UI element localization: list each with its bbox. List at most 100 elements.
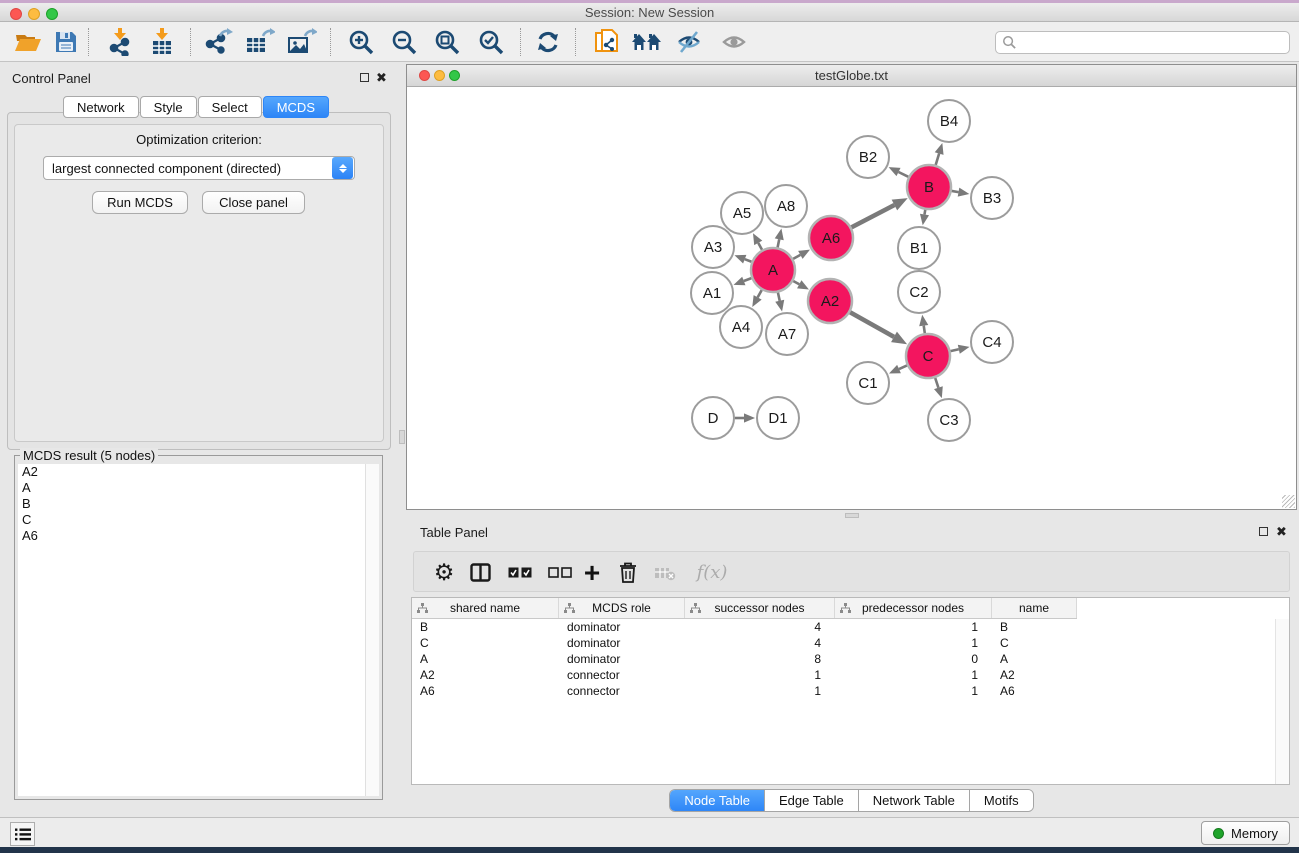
float-table-panel-icon[interactable] <box>1259 527 1268 539</box>
column-header-predecessor-nodes[interactable]: predecessor nodes <box>835 598 992 618</box>
run-mcds-button[interactable]: Run MCDS <box>92 191 188 214</box>
cell-successor-nodes[interactable]: 4 <box>685 619 835 635</box>
search-input[interactable] <box>1017 35 1283 51</box>
save-icon[interactable] <box>48 25 84 59</box>
cell-shared-name[interactable]: A6 <box>412 683 559 699</box>
mcds-result-item[interactable]: A2 <box>18 464 367 480</box>
edge-A-A4[interactable] <box>758 290 762 297</box>
window-titlebar[interactable]: Session: New Session <box>0 3 1299 22</box>
tab-node-table[interactable]: Node Table <box>670 790 764 811</box>
tab-style[interactable]: Style <box>140 96 197 118</box>
cell-shared-name[interactable]: A <box>412 651 559 667</box>
edge-C-C1[interactable] <box>899 365 907 369</box>
edge-C-C4[interactable] <box>950 349 958 351</box>
import-table-icon[interactable] <box>144 25 180 59</box>
edge-B-B4[interactable] <box>936 154 939 165</box>
cell-shared-name[interactable]: A2 <box>412 667 559 683</box>
select-all-checked-icon[interactable] <box>504 552 536 593</box>
mcds-result-list[interactable]: A2ABCA6 <box>18 464 367 796</box>
table-row[interactable]: Cdominator41C <box>412 635 1077 651</box>
edge-B-B1[interactable] <box>925 210 926 215</box>
horizontal-splitter-grip[interactable] <box>845 513 859 518</box>
delete-trash-icon[interactable] <box>613 552 643 593</box>
optimization-criterion-select[interactable]: largest connected component (directed) <box>43 156 355 180</box>
edge-B-B2[interactable] <box>899 172 909 177</box>
add-column-icon[interactable]: + <box>577 552 607 593</box>
mcds-result-scrollbar[interactable] <box>365 464 379 796</box>
duplicate-document-icon[interactable] <box>589 25 625 59</box>
mcds-result-item[interactable]: A <box>18 480 367 496</box>
cell-shared-name[interactable]: B <box>412 619 559 635</box>
tab-network-table[interactable]: Network Table <box>858 790 969 811</box>
cell-successor-nodes[interactable]: 4 <box>685 635 835 651</box>
vertical-splitter-grip[interactable] <box>399 430 405 444</box>
export-table-icon[interactable] <box>242 25 278 59</box>
zoom-out-icon[interactable] <box>386 25 422 59</box>
cell-name[interactable]: A2 <box>992 667 1077 683</box>
edge-A2-C[interactable] <box>850 312 894 337</box>
zoom-selected-icon[interactable] <box>473 25 509 59</box>
open-folder-icon[interactable] <box>10 25 46 59</box>
column-header-name[interactable]: name <box>992 598 1077 618</box>
mcds-result-item[interactable]: A6 <box>18 528 367 544</box>
tab-motifs[interactable]: Motifs <box>969 790 1033 811</box>
edge-A-A3[interactable] <box>745 259 752 262</box>
zoom-in-icon[interactable] <box>343 25 379 59</box>
column-header-shared-name[interactable]: shared name <box>412 598 559 618</box>
table-scrollbar[interactable] <box>1275 619 1289 784</box>
network-graph[interactable]: AA1A2A3A4A5A6A7A8BB1B2B3B4CC1C2C3C4DD1 <box>408 88 1296 509</box>
eye-slash-icon[interactable] <box>672 25 708 59</box>
cell-MCDS-role[interactable]: dominator <box>559 635 685 651</box>
edge-A-A5[interactable] <box>758 243 762 250</box>
cell-predecessor-nodes[interactable]: 1 <box>835 619 992 635</box>
cell-name[interactable]: B <box>992 619 1077 635</box>
cell-predecessor-nodes[interactable]: 1 <box>835 667 992 683</box>
export-image-icon[interactable] <box>284 25 320 59</box>
cell-successor-nodes[interactable]: 1 <box>685 667 835 683</box>
cell-MCDS-role[interactable]: connector <box>559 667 685 683</box>
edge-A-A2[interactable] <box>793 281 799 284</box>
edge-A-A1[interactable] <box>744 278 752 281</box>
memory-button[interactable]: Memory <box>1201 821 1290 845</box>
cell-name[interactable]: C <box>992 635 1077 651</box>
cell-predecessor-nodes[interactable]: 1 <box>835 635 992 651</box>
edge-A-A7[interactable] <box>778 292 780 300</box>
export-network-icon[interactable] <box>200 25 236 59</box>
cell-predecessor-nodes[interactable]: 1 <box>835 683 992 699</box>
tab-select[interactable]: Select <box>198 96 262 118</box>
table-row[interactable]: Adominator80A <box>412 651 1077 667</box>
cell-successor-nodes[interactable]: 1 <box>685 683 835 699</box>
edge-B-B3[interactable] <box>952 191 959 192</box>
edge-A6-B[interactable] <box>851 205 894 227</box>
mcds-result-item[interactable]: C <box>18 512 367 528</box>
settings-gear-icon[interactable]: ⚙ <box>429 552 459 593</box>
import-network-icon[interactable] <box>102 25 138 59</box>
network-window-titlebar[interactable]: testGlobe.txt <box>407 65 1296 87</box>
column-header-successor-nodes[interactable]: successor nodes <box>685 598 835 618</box>
cell-predecessor-nodes[interactable]: 0 <box>835 651 992 667</box>
resize-handle-icon[interactable] <box>1282 495 1295 508</box>
edge-C-C3[interactable] <box>935 378 938 388</box>
deselect-all-icon[interactable] <box>544 552 576 593</box>
cell-successor-nodes[interactable]: 8 <box>685 651 835 667</box>
search-field[interactable] <box>995 31 1290 54</box>
table-row[interactable]: A6connector11A6 <box>412 683 1077 699</box>
refresh-icon[interactable] <box>530 25 566 59</box>
tab-edge-table[interactable]: Edge Table <box>764 790 858 811</box>
table-row[interactable]: A2connector11A2 <box>412 667 1077 683</box>
cell-shared-name[interactable]: C <box>412 635 559 651</box>
mcds-result-item[interactable]: B <box>18 496 367 512</box>
cell-name[interactable]: A <box>992 651 1077 667</box>
edge-A-A8[interactable] <box>778 239 780 247</box>
eye-icon[interactable] <box>717 25 753 59</box>
close-panel-icon[interactable]: ✖ <box>376 72 387 83</box>
cell-MCDS-role[interactable]: dominator <box>559 619 685 635</box>
float-panel-icon[interactable] <box>360 73 369 85</box>
table-row[interactable]: Bdominator41B <box>412 619 1077 635</box>
zoom-fit-icon[interactable] <box>429 25 465 59</box>
cell-MCDS-role[interactable]: connector <box>559 683 685 699</box>
edge-C-C2[interactable] <box>924 326 925 334</box>
edge-A-A6[interactable] <box>793 255 800 259</box>
tab-mcds[interactable]: MCDS <box>263 96 329 118</box>
close-table-panel-icon[interactable]: ✖ <box>1276 526 1287 537</box>
